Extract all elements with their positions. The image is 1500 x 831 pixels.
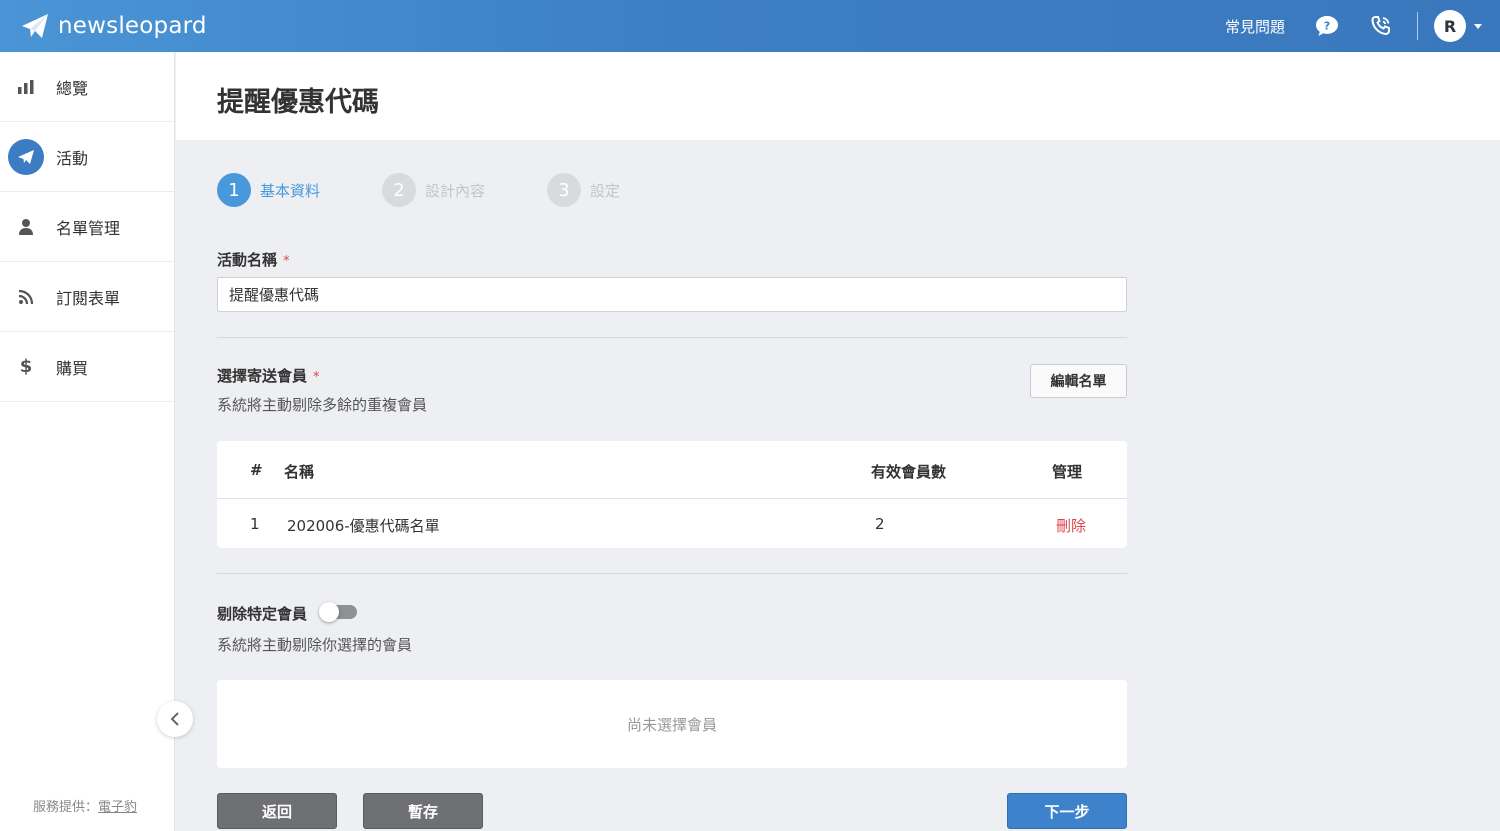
sidebar-item-forms[interactable]: 訂閱表單 <box>0 262 174 332</box>
back-button[interactable]: 返回 <box>217 793 337 829</box>
exclude-toggle[interactable] <box>319 602 357 622</box>
step-label: 設定 <box>590 181 621 200</box>
delete-link[interactable]: 刪除 <box>1056 515 1086 536</box>
toggle-knob <box>319 602 339 622</box>
campaign-name-label-text: 活動名稱 <box>217 251 278 269</box>
sidebar-item-purchase[interactable]: $ 購買 <box>0 332 174 402</box>
campaign-name-label: 活動名稱 * <box>217 249 290 270</box>
avatar[interactable]: R <box>1434 10 1466 42</box>
sidebar-item-label: 名單管理 <box>56 218 121 238</box>
step-number: 2 <box>382 173 417 207</box>
exclude-label: 剔除特定會員 <box>217 605 308 623</box>
powered-by-label: 服務提供： <box>33 800 99 815</box>
powered-by-link[interactable]: 電子豹 <box>98 800 137 815</box>
row-name: 202006-優惠代碼名單 <box>287 517 440 535</box>
row-count: 2 <box>875 515 885 533</box>
divider <box>217 573 1127 574</box>
faq-link[interactable]: 常見問題 <box>1225 16 1285 37</box>
recipients-label-text: 選擇寄送會員 <box>217 367 308 385</box>
step-basic-info[interactable]: 1 基本資料 <box>217 173 320 207</box>
step-label: 設計內容 <box>425 181 486 200</box>
step-number: 1 <box>217 173 251 207</box>
chevron-left-icon <box>170 712 179 726</box>
save-draft-button[interactable]: 暫存 <box>363 793 483 829</box>
rss-icon <box>8 279 44 315</box>
table-header: # 名稱 有效會員數 管理 <box>217 441 1127 499</box>
step-settings[interactable]: 3 設定 <box>547 173 620 207</box>
chevron-down-icon[interactable] <box>1474 23 1482 29</box>
sidebar: 總覽 活動 名單管理 訂閱表單 $ 購買 服務提供：電子豹 <box>0 52 175 831</box>
paper-plane-logo-icon <box>22 14 48 38</box>
recipients-hint: 系統將主動剔除多餘的重複會員 <box>217 396 428 414</box>
sidebar-item-lists[interactable]: 名單管理 <box>0 192 174 262</box>
sidebar-item-label: 購買 <box>56 358 89 378</box>
stepper: 1 基本資料 2 設計內容 3 設定 <box>217 173 682 207</box>
campaign-name-input[interactable] <box>217 277 1127 312</box>
exclude-hint: 系統將主動剔除你選擇的會員 <box>217 636 413 654</box>
column-header-index: # <box>250 461 263 479</box>
sidebar-item-overview[interactable]: 總覽 <box>0 52 174 122</box>
paper-plane-icon <box>8 138 44 175</box>
sidebar-item-label: 訂閱表單 <box>56 288 121 308</box>
recipients-label: 選擇寄送會員 * <box>217 365 320 386</box>
column-header-manage: 管理 <box>1052 463 1083 481</box>
row-index: 1 <box>250 515 260 533</box>
bar-chart-icon <box>8 69 44 105</box>
step-design-content[interactable]: 2 設計內容 <box>382 173 485 207</box>
required-mark: * <box>283 254 290 269</box>
dollar-icon: $ <box>19 356 33 377</box>
sidebar-item-label: 總覽 <box>56 78 89 98</box>
top-bar: newsleopard 常見問題 ? R <box>0 0 1500 52</box>
logo[interactable]: newsleopard <box>20 12 207 40</box>
svg-text:?: ? <box>1324 20 1330 33</box>
recipients-table: # 名稱 有效會員數 管理 1 202006-優惠代碼名單 2 刪除 <box>217 441 1127 548</box>
required-mark: * <box>313 370 320 385</box>
column-header-count: 有效會員數 <box>871 463 947 481</box>
user-icon <box>8 209 44 245</box>
divider <box>217 337 1127 338</box>
page-title: 提醒優惠代碼 <box>217 87 379 118</box>
topbar-divider <box>1417 12 1418 40</box>
sidebar-item-label: 活動 <box>56 148 89 168</box>
excluded-members-empty: 尚未選擇會員 <box>217 680 1127 768</box>
step-number: 3 <box>547 173 582 207</box>
sidebar-item-campaigns[interactable]: 活動 <box>0 122 174 192</box>
brand-name: newsleopard <box>58 13 207 39</box>
collapse-sidebar-button[interactable] <box>157 701 193 737</box>
chat-help-icon[interactable]: ? <box>1315 14 1339 38</box>
next-step-button[interactable]: 下一步 <box>1007 793 1127 829</box>
edit-list-button[interactable]: 編輯名單 <box>1030 364 1127 398</box>
step-label: 基本資料 <box>260 181 321 200</box>
powered-by: 服務提供：電子豹 <box>33 796 137 815</box>
page-header: 提醒優惠代碼 <box>176 52 1500 140</box>
column-header-name: 名稱 <box>284 463 315 481</box>
phone-icon[interactable] <box>1369 14 1393 38</box>
